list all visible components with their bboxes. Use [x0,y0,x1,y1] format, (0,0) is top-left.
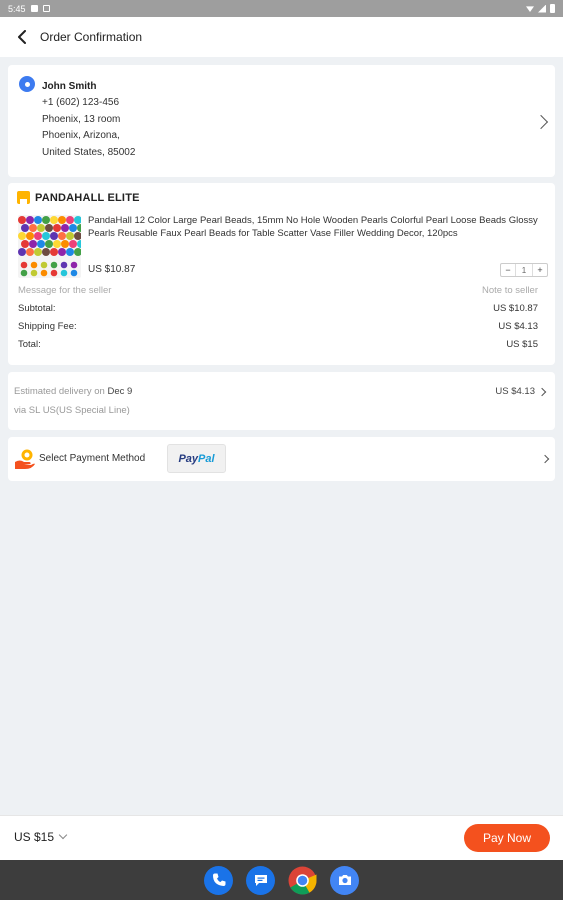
chevron-down-icon [58,830,68,840]
estimated-delivery: Estimated delivery on Dec 9 [14,386,132,397]
note-to-seller-label: Note to seller [482,285,538,296]
order-items-card: PANDAHALL ELITE PandaHall 12 Color Large… [8,183,555,365]
camera-icon[interactable] [330,865,359,895]
product-title[interactable]: PandaHall 12 Color Large Pearl Beads, 15… [88,215,550,240]
wifi-icon [526,6,534,12]
seller-message-input[interactable]: Message for the seller [18,285,111,296]
checkout-bar: US $15 Pay Now [0,815,563,860]
recipient-phone: +1 (602) 123-456 [42,97,120,109]
product-image[interactable] [18,215,81,278]
pay-now-button[interactable]: Pay Now [464,824,550,852]
estimated-delivery-date: Dec 9 [107,386,133,397]
paypal-option[interactable]: Pay Pal [167,444,226,473]
chevron-right-icon[interactable] [540,454,550,464]
address-line-2: Phoenix, Arizona, [42,130,120,142]
page-title: Order Confirmation [40,30,143,44]
battery-icon [550,4,555,13]
shipping-method: via SL US(US Special Line) [14,405,130,416]
subtotal-value: US $10.87 [493,303,538,314]
back-arrow-icon [18,30,26,44]
location-pin-icon [19,76,35,92]
product-price: US $10.87 [88,264,136,275]
store-header[interactable]: PANDAHALL ELITE [17,191,140,204]
chevron-right-icon [537,387,547,396]
recipient-name: John Smith [42,81,97,92]
store-name: PANDAHALL ELITE [35,191,140,204]
status-bar: 5:45 [0,0,563,17]
delivery-card[interactable]: Estimated delivery on Dec 9 via SL US(US… [8,372,555,430]
subtotal-row: Subtotal: US $10.87 [18,303,538,314]
paypal-logo-part-1: Pay [178,452,199,465]
messages-icon[interactable] [246,865,275,895]
sim-icon [42,5,50,12]
total-value: US $15 [506,339,538,350]
shipping-fee-label: Shipping Fee: [18,321,77,332]
delivery-price[interactable]: US $4.13 [495,386,547,397]
subtotal-label: Subtotal: [18,303,56,314]
signal-icon [538,4,546,13]
notification-icon [30,5,38,12]
total-row: Total: US $15 [18,339,538,350]
back-button[interactable] [12,27,32,47]
quantity-stepper: − 1 + [500,263,548,277]
payment-hand-icon [15,449,35,469]
shipping-address-card[interactable]: John Smith +1 (602) 123-456 Phoenix, 13 … [8,65,555,177]
shipping-fee-value: US $4.13 [498,321,538,332]
order-total[interactable]: US $15 [14,830,68,844]
status-time: 5:45 [8,3,26,14]
app-bar: Order Confirmation [0,17,563,57]
estimated-delivery-label: Estimated delivery on [14,386,105,397]
address-line-3: United States, 85002 [42,146,136,158]
decrease-quantity-button[interactable]: − [501,264,515,276]
total-label: Total: [18,339,41,350]
address-block: John Smith +1 (602) 123-456 Phoenix, 13 … [42,79,135,161]
payment-method-card[interactable]: Select Payment Method Pay Pal [8,437,555,481]
store-icon [17,191,30,204]
increase-quantity-button[interactable]: + [533,264,547,276]
shipping-fee-row: Shipping Fee: US $4.13 [18,321,538,332]
chrome-icon[interactable] [288,866,317,895]
address-line-1: Phoenix, 13 room [42,113,121,125]
quantity-value[interactable]: 1 [515,264,533,276]
select-payment-method-label: Select Payment Method [39,453,146,464]
phone-icon[interactable] [204,865,233,895]
delivery-price-value: US $4.13 [495,386,535,397]
system-dock [0,860,563,900]
order-total-value: US $15 [14,830,55,844]
seller-message-row[interactable]: Message for the seller Note to seller [18,285,538,296]
paypal-logo-part-2: Pal [198,452,215,465]
chevron-right-icon[interactable] [533,114,549,130]
